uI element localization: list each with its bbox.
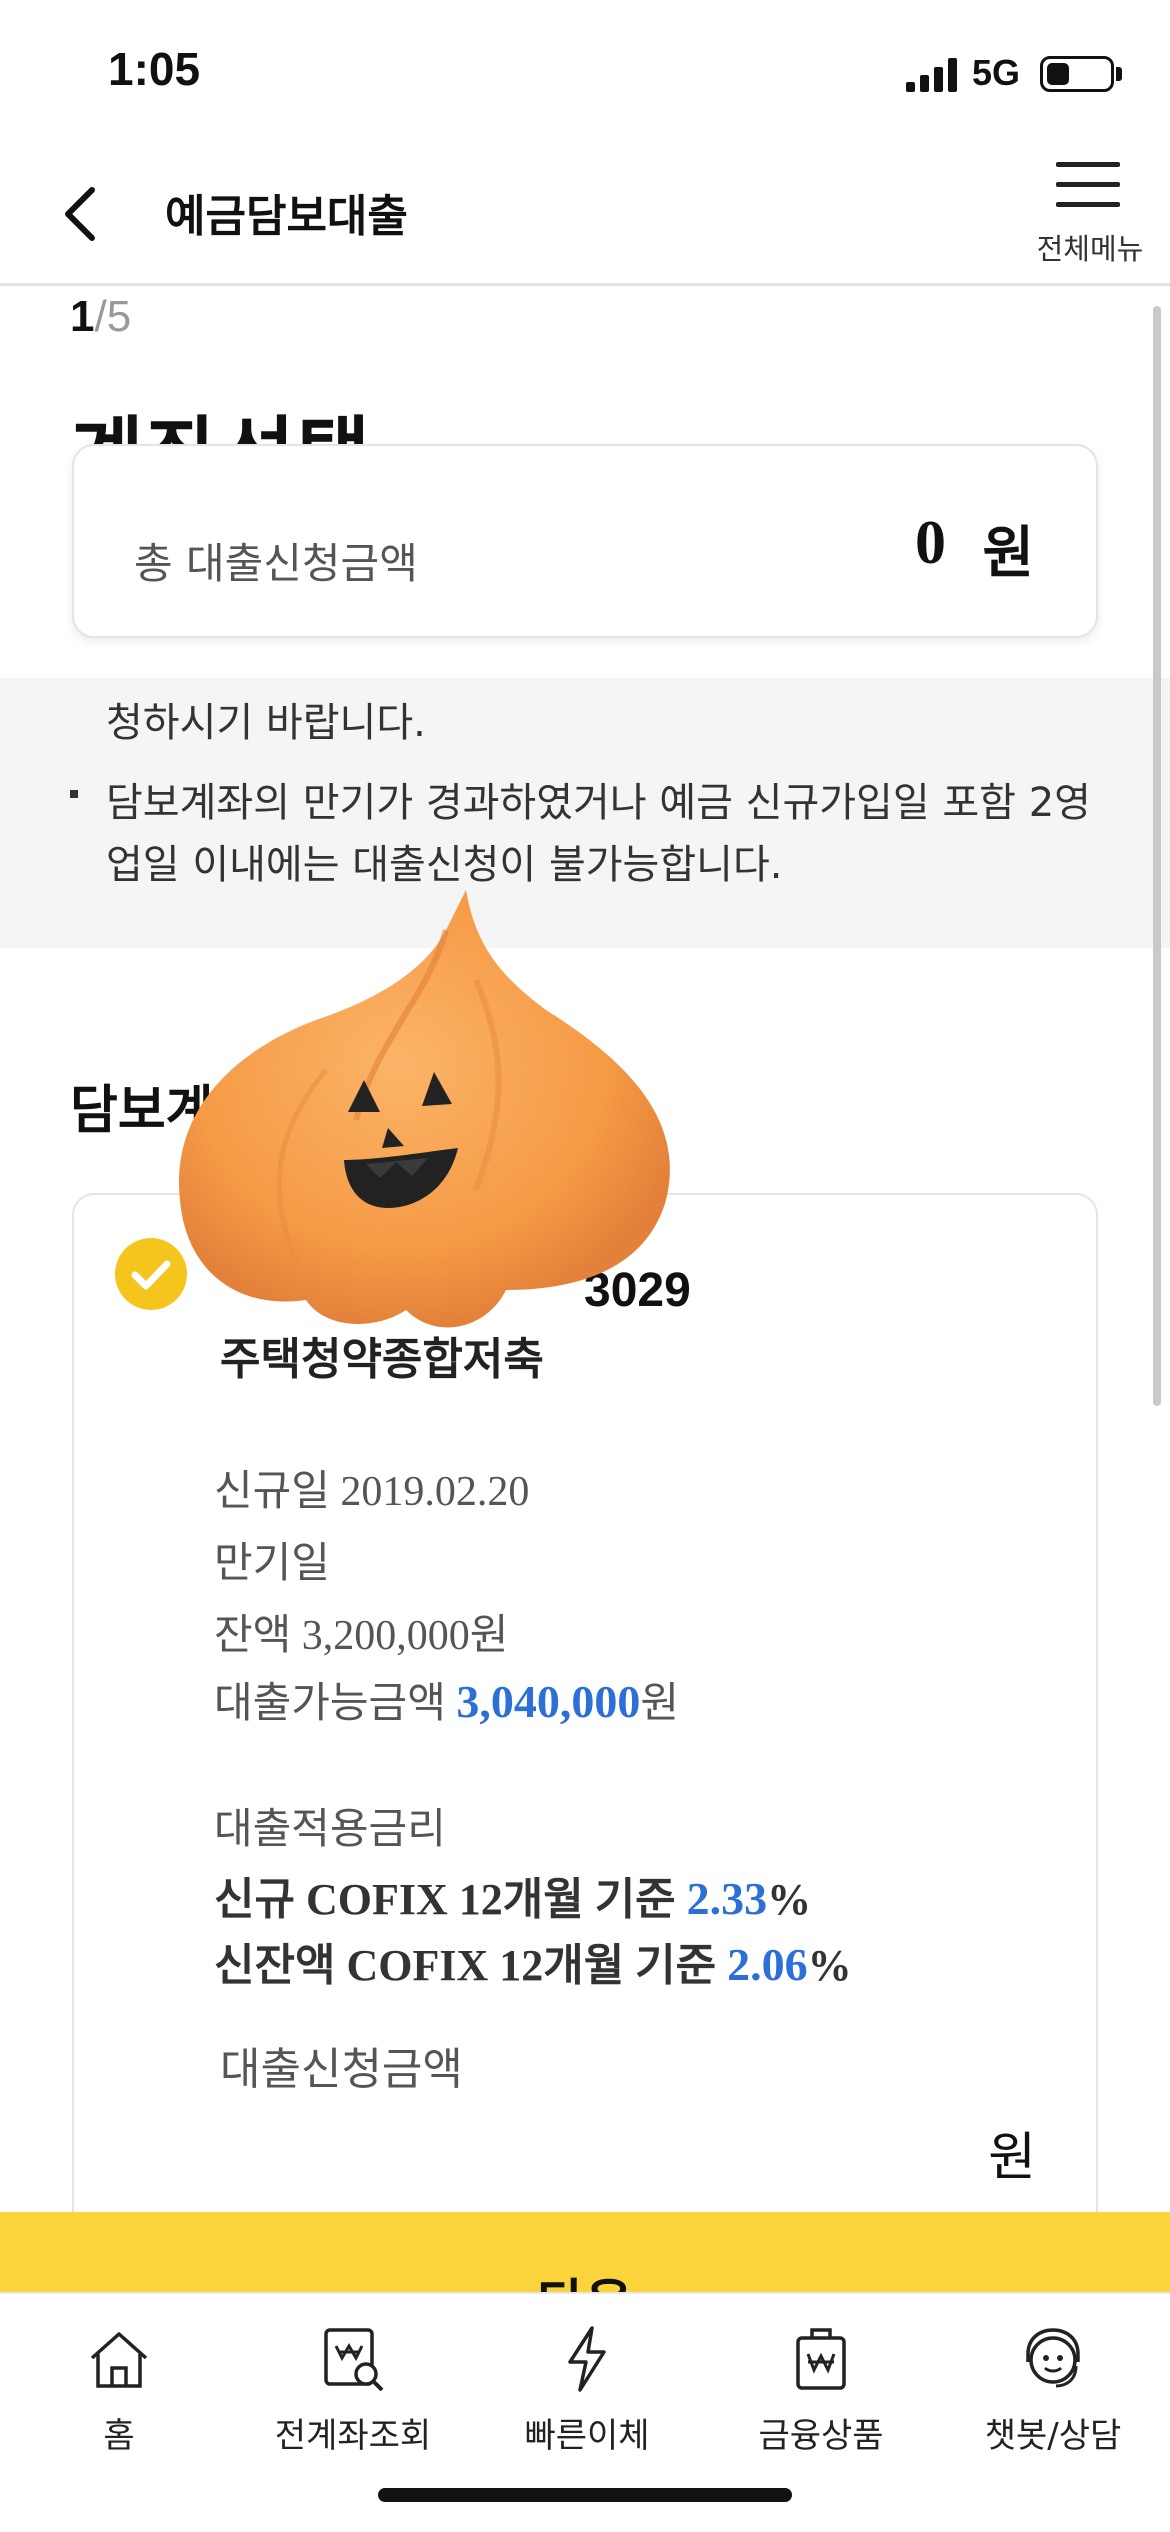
open-date-label: 신규일 bbox=[214, 1469, 330, 1515]
pumpkin-sticker-icon bbox=[178, 890, 670, 1328]
chevron-left-icon bbox=[65, 187, 95, 241]
home-icon bbox=[90, 2332, 148, 2388]
hamburger-menu-icon bbox=[1056, 162, 1120, 207]
full-menu-button[interactable]: 전체메뉴 bbox=[1030, 156, 1150, 274]
rate-unit: % bbox=[807, 1941, 852, 1990]
total-amount-card: 총 대출신청금액 0 원 bbox=[72, 444, 1098, 638]
status-time: 1:05 bbox=[108, 43, 201, 95]
chatbot-icon bbox=[1026, 2328, 1080, 2388]
maturity-row: 만기일 bbox=[214, 1529, 330, 1590]
total-amount-label: 총 대출신청금액 bbox=[134, 539, 418, 588]
tab-label: 챗봇/상담 bbox=[984, 2416, 1122, 2456]
account-card[interactable]: 3029 주택청약종합저축 신규일 2019.02.20 만기일 잔액 3,20… bbox=[72, 1193, 1098, 2293]
available-amount-value: 3,040,000 bbox=[456, 1676, 641, 1727]
status-bar: 1:05 5G bbox=[0, 0, 1170, 140]
rate-unit: % bbox=[767, 1875, 812, 1924]
app-header: 예금담보대출 전체메뉴 bbox=[0, 140, 1170, 286]
balance-label: 잔액 bbox=[214, 1613, 292, 1659]
rate-title: 대출적용금리 bbox=[214, 1807, 446, 1853]
maturity-label: 만기일 bbox=[214, 1541, 330, 1587]
product-bag-icon bbox=[796, 2328, 846, 2390]
total-amount-unit: 원 bbox=[982, 521, 1034, 586]
account-search-icon bbox=[324, 2328, 384, 2392]
apply-amount-unit: 원 bbox=[988, 2128, 1036, 2188]
tab-label: 금융상품 bbox=[758, 2416, 884, 2456]
tab-home[interactable]: 홈 bbox=[2, 2324, 236, 2464]
bullet-icon bbox=[70, 790, 78, 798]
rate-row-balance: 신잔액 COFIX 12개월 기준 2.06% bbox=[214, 1929, 852, 1993]
tab-financial-products[interactable]: 금융상품 bbox=[704, 2324, 938, 2464]
rate-label: 신잔액 COFIX 12개월 기준 bbox=[214, 1941, 717, 1990]
available-amount-unit: 원 bbox=[640, 1681, 679, 1727]
battery-tip bbox=[1116, 67, 1122, 81]
tab-label: 전계좌조회 bbox=[274, 2416, 432, 2456]
home-indicator[interactable] bbox=[378, 2488, 792, 2502]
signal-icon bbox=[906, 58, 957, 92]
rate-value: 2.06 bbox=[727, 1939, 808, 1990]
menu-label: 전체메뉴 bbox=[1036, 232, 1144, 266]
tab-quick-transfer[interactable]: 빠른이체 bbox=[470, 2324, 704, 2464]
apply-amount-label: 대출신청금액 bbox=[220, 2044, 463, 2095]
rate-value: 2.33 bbox=[686, 1873, 768, 1924]
step-indicator: 1/5 bbox=[70, 292, 131, 342]
available-amount-row: 대출가능금액 3,040,000원 bbox=[214, 1669, 679, 1730]
back-button[interactable] bbox=[52, 170, 122, 250]
tab-all-accounts[interactable]: 전계좌조회 bbox=[236, 2324, 470, 2464]
step-total: /5 bbox=[94, 292, 132, 341]
total-amount-value: 0 bbox=[915, 509, 946, 577]
page-header-title: 예금담보대출 bbox=[165, 191, 408, 242]
available-amount-label: 대출가능금액 bbox=[214, 1681, 446, 1727]
tab-label: 홈 bbox=[103, 2416, 135, 2456]
rate-row-new: 신규 COFIX 12개월 기준 2.33% bbox=[214, 1863, 811, 1927]
balance-row: 잔액 3,200,000원 bbox=[214, 1601, 508, 1662]
rate-label: 신규 COFIX 12개월 기준 bbox=[214, 1875, 676, 1924]
battery-icon bbox=[1040, 56, 1114, 92]
step-current: 1 bbox=[70, 292, 95, 341]
open-date-row: 신규일 2019.02.20 bbox=[214, 1457, 529, 1518]
tab-chatbot[interactable]: 챗봇/상담 bbox=[936, 2324, 1170, 2464]
balance-value: 3,200,000원 bbox=[301, 1613, 509, 1659]
battery-level bbox=[1047, 63, 1069, 85]
next-button[interactable]: 다음 bbox=[0, 2212, 1170, 2302]
scrollbar[interactable] bbox=[1153, 306, 1161, 1406]
lightning-icon bbox=[568, 2326, 606, 2392]
network-type: 5G bbox=[972, 52, 1021, 93]
open-date-value: 2019.02.20 bbox=[340, 1469, 530, 1515]
notice-text: 담보계좌의 만기가 경과하였거나 예금 신규가입일 포함 2영업일 이내에는 대… bbox=[106, 780, 1091, 888]
tab-label: 빠른이체 bbox=[524, 2416, 650, 2456]
notice-text: 청하시기 바랍니다. bbox=[106, 700, 426, 746]
